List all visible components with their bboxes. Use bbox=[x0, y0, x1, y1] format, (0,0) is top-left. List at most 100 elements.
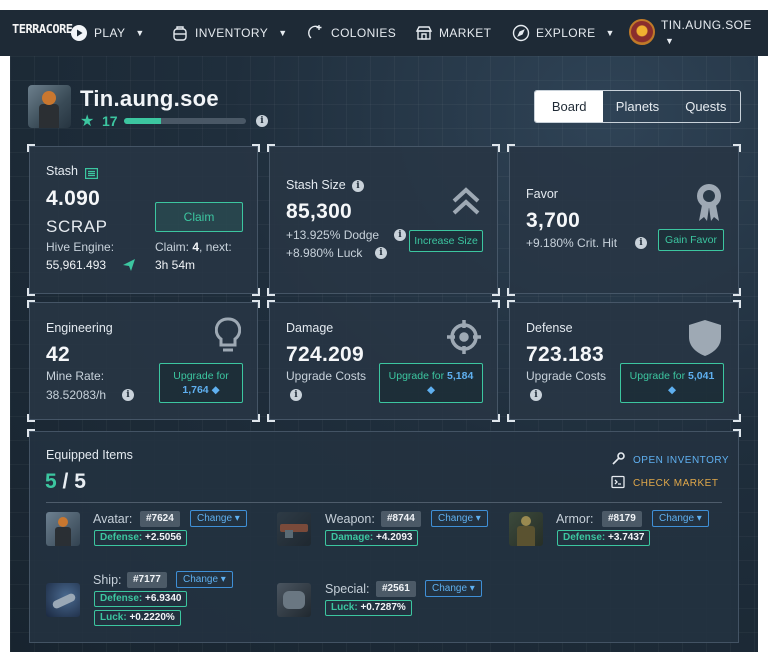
planet-icon bbox=[307, 24, 325, 42]
nav-explore-label: EXPLORE bbox=[536, 26, 596, 40]
check-market-link[interactable]: CHECK MARKET bbox=[611, 475, 718, 492]
nav-market[interactable]: MARKET bbox=[415, 24, 491, 42]
info-icon[interactable]: i bbox=[290, 389, 302, 401]
upgrade-costs-label: Upgrade Costs bbox=[526, 369, 607, 383]
change-avatar-button[interactable]: Change ▾ bbox=[190, 510, 247, 527]
nav-inventory[interactable]: INVENTORY ▼ bbox=[171, 24, 288, 42]
claim-button[interactable]: Claim bbox=[155, 202, 243, 232]
xp-progress-fill bbox=[124, 118, 161, 124]
info-icon[interactable]: i bbox=[530, 389, 542, 401]
info-icon[interactable]: i bbox=[352, 180, 364, 192]
damage-value: 724.209 bbox=[286, 343, 365, 366]
engineering-value: 42 bbox=[46, 343, 70, 366]
crystal-icon: ◆ bbox=[211, 384, 220, 396]
send-icon[interactable] bbox=[122, 258, 136, 277]
favor-card: Favor 3,700 +9.180% Crit. Hit i Gain Fav… bbox=[507, 144, 741, 296]
upgrade-costs-label: Upgrade Costs bbox=[286, 369, 367, 383]
avatar-item-image[interactable] bbox=[46, 512, 80, 546]
shield-icon bbox=[688, 319, 722, 362]
special-stat-luck: Luck: +0.7287% bbox=[325, 600, 412, 616]
compass-icon bbox=[512, 24, 530, 42]
nav-inventory-label: INVENTORY bbox=[195, 26, 269, 40]
ship-stat-luck: Luck: +0.2220% bbox=[94, 610, 181, 626]
player-name: Tin.aung.soe bbox=[80, 86, 219, 111]
backpack-icon bbox=[171, 24, 189, 42]
change-ship-button[interactable]: Change ▾ bbox=[176, 571, 233, 588]
hive-engine-value: 55,961.493 bbox=[46, 258, 107, 272]
stash-label: Stash bbox=[46, 164, 78, 178]
armor-stat-defense: Defense: +3.7437 bbox=[557, 530, 651, 546]
nav-play[interactable]: PLAY ▼ bbox=[70, 24, 145, 42]
weapon-item-id: #8744 bbox=[381, 511, 421, 527]
ship-slot-label: Ship: bbox=[93, 573, 122, 587]
tab-board[interactable]: Board bbox=[535, 91, 604, 122]
weapon-item-image[interactable] bbox=[277, 512, 311, 546]
player-avatar bbox=[28, 85, 71, 128]
armor-slot-label: Armor: bbox=[556, 512, 594, 526]
defense-card: Defense 723.183 Upgrade Costs i Upgrade … bbox=[507, 300, 741, 422]
info-icon[interactable]: i bbox=[256, 115, 268, 127]
claim-info: Claim: 4, next: bbox=[155, 240, 232, 254]
award-badge-icon bbox=[694, 183, 724, 228]
open-inventory-link[interactable]: OPEN INVENTORY bbox=[611, 452, 729, 469]
terminal-icon bbox=[611, 475, 625, 492]
stash-value: 4.090 bbox=[46, 187, 101, 210]
stash-size-card: Stash Size i 85,300 +13.925% Dodge i +8.… bbox=[267, 144, 500, 296]
stash-card: Stash 4.090 SCRAP Claim Hive Engine: 55,… bbox=[27, 144, 260, 296]
defense-label: Defense bbox=[526, 321, 573, 335]
nav-explore[interactable]: EXPLORE ▼ bbox=[512, 24, 615, 42]
dodge-bonus: +13.925% Dodge bbox=[286, 228, 380, 242]
special-item-id: #2561 bbox=[376, 581, 416, 597]
tab-quests[interactable]: Quests bbox=[672, 91, 740, 122]
upgrade-label: Upgrade for 5,041 bbox=[629, 370, 715, 382]
nav-colonies[interactable]: COLONIES bbox=[307, 24, 396, 42]
info-icon[interactable]: i bbox=[635, 237, 647, 249]
player-level: 17 bbox=[102, 113, 118, 129]
open-inventory-label: OPEN INVENTORY bbox=[633, 455, 730, 466]
avatar-slot-label: Avatar: bbox=[93, 512, 133, 526]
defense-value: 723.183 bbox=[526, 343, 605, 366]
favor-value: 3,700 bbox=[526, 209, 581, 232]
info-icon[interactable]: i bbox=[122, 389, 134, 401]
special-item-image[interactable] bbox=[277, 583, 311, 617]
luck-bonus: +8.980% Luck bbox=[286, 246, 363, 260]
double-chevron-up-icon bbox=[450, 185, 482, 222]
ship-stat-defense: Defense: +6.9340 bbox=[94, 591, 188, 607]
nav-play-label: PLAY bbox=[94, 26, 126, 40]
play-icon bbox=[70, 24, 88, 42]
lightbulb-icon bbox=[214, 317, 242, 360]
chevron-down-icon: ▼ bbox=[605, 28, 615, 38]
change-special-button[interactable]: Change ▾ bbox=[425, 580, 482, 597]
ship-item-id: #7177 bbox=[127, 572, 167, 588]
crosshair-icon bbox=[446, 319, 482, 360]
wrench-icon bbox=[611, 452, 625, 469]
stash-unit: SCRAP bbox=[46, 217, 108, 236]
change-weapon-button[interactable]: Change ▾ bbox=[431, 510, 488, 527]
upgrade-engineering-button[interactable]: Upgrade for 1,764 ◆ bbox=[159, 363, 243, 403]
chevron-down-icon[interactable]: ▼ bbox=[665, 36, 674, 46]
upgrade-damage-button[interactable]: Upgrade for 5,184 ◆ bbox=[379, 363, 483, 403]
user-avatar[interactable] bbox=[629, 19, 655, 45]
chevron-down-icon: ▼ bbox=[135, 28, 145, 38]
increase-size-button[interactable]: Increase Size bbox=[409, 230, 483, 252]
upgrade-label: Upgrade for bbox=[173, 370, 229, 382]
change-armor-button[interactable]: Change ▾ bbox=[652, 510, 709, 527]
crit-bonus: +9.180% Crit. Hit bbox=[526, 236, 618, 250]
ship-item-image[interactable] bbox=[46, 583, 80, 617]
armor-item-image[interactable] bbox=[509, 512, 543, 546]
equipped-count: 5 / 5 bbox=[45, 470, 86, 494]
mine-rate-value: 38.52083/h bbox=[46, 388, 107, 402]
upgrade-label: Upgrade for 5,184 bbox=[388, 370, 474, 382]
engineering-label: Engineering bbox=[46, 321, 113, 335]
avatar-item-id: #7624 bbox=[140, 511, 180, 527]
mine-rate-label: Mine Rate: bbox=[46, 369, 105, 383]
list-icon[interactable] bbox=[85, 166, 99, 184]
equipped-count-total: 5 bbox=[74, 470, 86, 493]
terracore-logo[interactable]: TERRACORE bbox=[12, 22, 73, 36]
tab-planets[interactable]: Planets bbox=[603, 91, 671, 122]
info-icon[interactable]: i bbox=[394, 229, 406, 241]
info-icon[interactable]: i bbox=[375, 247, 387, 259]
upgrade-defense-button[interactable]: Upgrade for 5,041 ◆ bbox=[620, 363, 724, 403]
user-menu-name[interactable]: TIN.AUNG.SOE bbox=[661, 18, 752, 32]
gain-favor-button[interactable]: Gain Favor bbox=[658, 229, 724, 251]
